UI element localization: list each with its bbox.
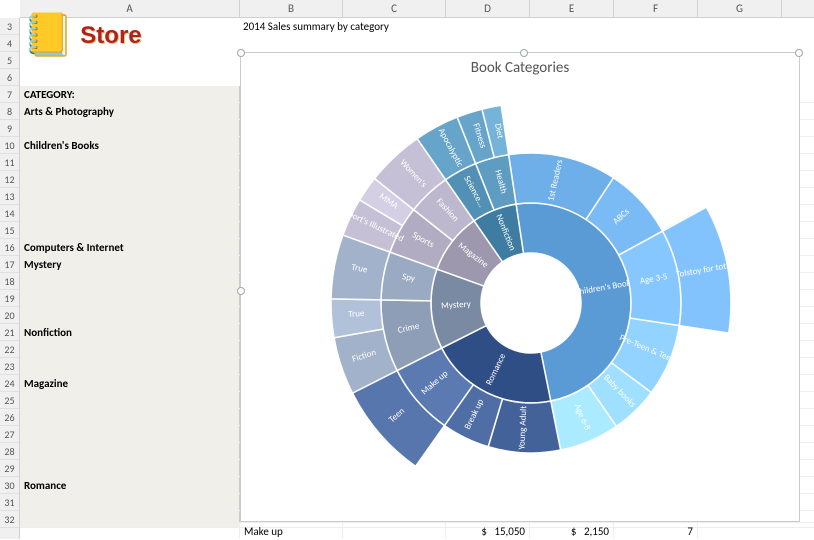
cell-empty[interactable] xyxy=(20,290,240,306)
bottom-cell-b[interactable]: Make up xyxy=(240,523,343,539)
row-header-30[interactable]: 30 xyxy=(0,477,19,494)
row-header-26[interactable]: 26 xyxy=(0,409,19,426)
row-header-7[interactable]: 7 xyxy=(0,86,19,103)
row-header-13[interactable]: 13 xyxy=(0,188,19,205)
bottom-cell-a[interactable] xyxy=(20,523,240,539)
row-header-9[interactable]: 9 xyxy=(0,120,19,137)
row-header-21[interactable]: 21 xyxy=(0,324,19,341)
cell-empty[interactable] xyxy=(20,409,240,425)
row-header-8[interactable]: 8 xyxy=(0,103,19,120)
cell-empty[interactable] xyxy=(20,341,240,357)
resize-handle-w[interactable] xyxy=(237,287,245,295)
col-header-g[interactable]: G xyxy=(698,0,782,17)
cell-empty[interactable] xyxy=(20,222,240,238)
sunburst-chart[interactable]: Children's Books1st ReadersABCsAge 3-5To… xyxy=(321,93,741,513)
row-header-3[interactable]: 3 xyxy=(0,18,19,35)
store-logo: 📒 Store xyxy=(22,10,142,61)
row-header-18[interactable]: 18 xyxy=(0,273,19,290)
store-label: Store xyxy=(80,22,141,50)
cell-empty[interactable] xyxy=(20,494,240,510)
cell-empty[interactable] xyxy=(20,154,240,170)
row-header-23[interactable]: 23 xyxy=(0,358,19,375)
cell-empty[interactable] xyxy=(20,120,240,136)
cell-empty[interactable] xyxy=(20,188,240,204)
bottom-cell-e[interactable]: $ 2,150 xyxy=(530,523,614,539)
row-header-19[interactable]: 19 xyxy=(0,290,19,307)
col-header-b[interactable]: B xyxy=(240,0,343,17)
col-header-e[interactable]: E xyxy=(530,0,614,17)
chart-title: Book Categories xyxy=(241,59,799,77)
cell-empty[interactable] xyxy=(20,171,240,187)
row-header-22[interactable]: 22 xyxy=(0,341,19,358)
cell-category[interactable]: Mystery xyxy=(20,256,240,272)
row-header-17[interactable]: 17 xyxy=(0,256,19,273)
cell-empty[interactable] xyxy=(20,273,240,289)
row-header-6[interactable]: 6 xyxy=(0,69,19,86)
bottom-cell-d[interactable]: $ 15,050 xyxy=(446,523,530,539)
row-header-24[interactable]: 24 xyxy=(0,375,19,392)
row-header-5[interactable]: 5 xyxy=(0,52,19,69)
row-header-29[interactable]: 29 xyxy=(0,460,19,477)
cell-category[interactable]: Children's Books xyxy=(20,137,240,153)
col-header-c[interactable]: C xyxy=(343,0,446,17)
row-header-28[interactable]: 28 xyxy=(0,443,19,460)
cell-empty[interactable] xyxy=(20,307,240,323)
cell-category[interactable]: Arts & Photography xyxy=(20,103,240,119)
chart-slice-label: Young Adult xyxy=(516,406,529,450)
cell-category-header[interactable]: CATEGORY: xyxy=(20,86,240,102)
cell-empty[interactable] xyxy=(20,358,240,374)
row-header-15[interactable]: 15 xyxy=(0,222,19,239)
cell-empty[interactable] xyxy=(20,426,240,442)
cell-empty[interactable] xyxy=(20,443,240,459)
resize-handle-nw[interactable] xyxy=(237,49,245,57)
bottom-cell-f[interactable]: 7 xyxy=(614,523,698,539)
cell-empty[interactable] xyxy=(20,392,240,408)
col-header-f[interactable]: F xyxy=(614,0,698,17)
row-header-32[interactable]: 32 xyxy=(0,511,19,528)
row-header-16[interactable]: 16 xyxy=(0,239,19,256)
bottom-cell-c[interactable] xyxy=(343,523,446,539)
row-header-31[interactable]: 31 xyxy=(0,494,19,511)
resize-handle-ne[interactable] xyxy=(795,49,803,57)
row-header-27[interactable]: 27 xyxy=(0,426,19,443)
resize-handle-n[interactable] xyxy=(520,49,528,57)
book-icon: 📒 xyxy=(22,10,74,61)
cell-empty[interactable] xyxy=(20,205,240,221)
bottom-data-row: Make up $ 15,050 $ 2,150 7 xyxy=(20,522,814,539)
row-header-12[interactable]: 12 xyxy=(0,171,19,188)
chart-container[interactable]: Book Categories Children's Books1st Read… xyxy=(240,52,800,522)
col-header-d[interactable]: D xyxy=(446,0,530,17)
cell-empty[interactable] xyxy=(20,460,240,476)
cell-category[interactable]: Magazine xyxy=(20,375,240,391)
chart-slice-label: True xyxy=(348,308,365,320)
row-headers: 3456789101112131415161718192021222324252… xyxy=(0,18,20,539)
row-header-25[interactable]: 25 xyxy=(0,392,19,409)
row-header-14[interactable]: 14 xyxy=(0,205,19,222)
cell-category[interactable]: Computers & Internet xyxy=(20,239,240,255)
row-header-11[interactable]: 11 xyxy=(0,154,19,171)
row-header-20[interactable]: 20 xyxy=(0,307,19,324)
chart-slice-label: Mystery xyxy=(441,299,472,312)
spreadsheet-title[interactable]: 2014 Sales summary by category xyxy=(243,20,389,33)
row-header-10[interactable]: 10 xyxy=(0,137,19,154)
cell-category[interactable]: Nonfiction xyxy=(20,324,240,340)
cell-category[interactable]: Romance xyxy=(20,477,240,493)
row-header-4[interactable]: 4 xyxy=(0,35,19,52)
